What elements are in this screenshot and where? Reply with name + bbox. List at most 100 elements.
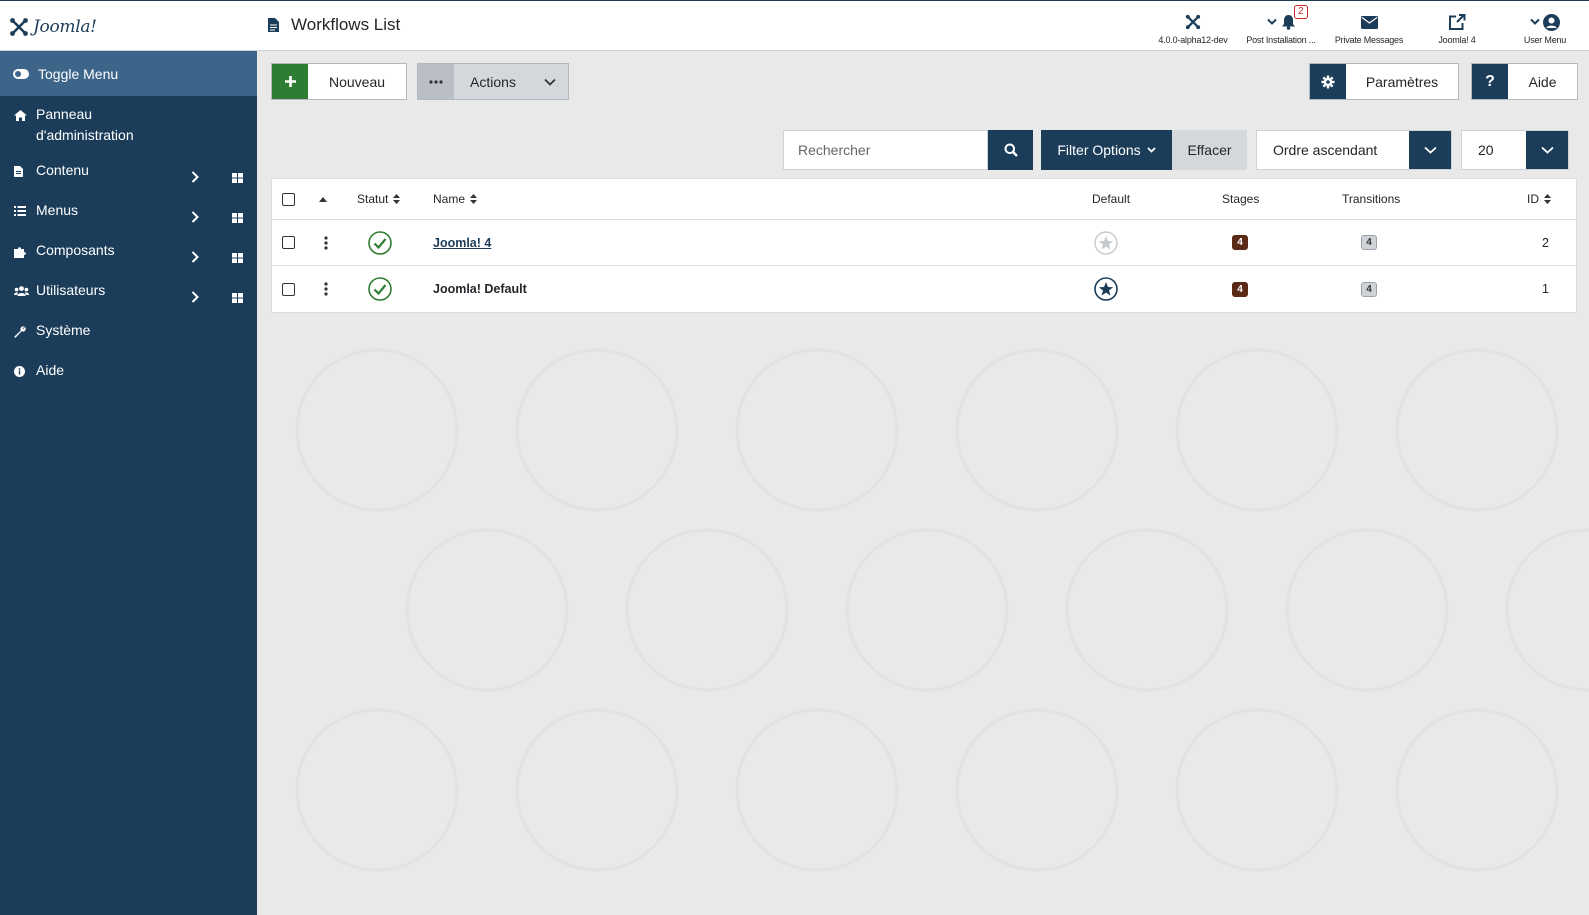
- top-header: Joomla! Workflows List 4.0.0-alpha12-dev: [0, 0, 1589, 51]
- header-item-private-messages[interactable]: Private Messages: [1325, 1, 1413, 51]
- transitions-badge: 4: [1361, 281, 1377, 297]
- sidebar-item-label: Utilisateurs: [36, 282, 106, 298]
- drag-handle-icon[interactable]: [324, 266, 328, 312]
- search-button[interactable]: [988, 130, 1033, 170]
- limit-value: 20: [1478, 142, 1494, 158]
- published-check-icon[interactable]: [368, 220, 392, 265]
- search-input[interactable]: [783, 130, 988, 170]
- dashboard-grid-icon[interactable]: [232, 288, 243, 309]
- star-filled-icon[interactable]: [1094, 266, 1118, 312]
- sidebar-item-help[interactable]: Aide: [0, 355, 257, 395]
- list-icon: [14, 206, 36, 216]
- dashboard-grid-icon[interactable]: [232, 168, 243, 189]
- sidebar-item-label: Composants: [36, 242, 115, 258]
- plus-icon: [272, 64, 308, 99]
- sidebar-item-system[interactable]: Système: [0, 315, 257, 355]
- background-pattern: [295, 348, 1589, 872]
- help-button[interactable]: ? Aide: [1471, 63, 1578, 100]
- workflows-table: Statut Name Default Stages Transitions I…: [271, 178, 1577, 313]
- ordering-select[interactable]: Ordre ascendant: [1256, 130, 1452, 170]
- new-button-label: Nouveau: [328, 73, 386, 90]
- actions-dropdown[interactable]: Actions: [417, 63, 569, 100]
- header-item-post-installation[interactable]: 2 Post Installation ...: [1237, 1, 1325, 51]
- clear-button[interactable]: Effacer: [1172, 130, 1247, 170]
- joomla-logo[interactable]: Joomla!: [9, 15, 97, 39]
- header-item-user-menu[interactable]: User Menu: [1501, 1, 1589, 51]
- options-button[interactable]: Paramètres: [1309, 63, 1459, 100]
- user-circle-icon: [1543, 13, 1560, 31]
- puzzle-icon: [14, 246, 36, 258]
- workflow-id: 2: [1542, 220, 1549, 265]
- dashboard-grid-icon[interactable]: [232, 248, 243, 269]
- header-menu: 4.0.0-alpha12-dev 2 Post Installation ..…: [1149, 1, 1589, 51]
- options-label: Paramètres: [1365, 73, 1439, 90]
- notifications: 2: [1266, 5, 1308, 33]
- workflow-id-value: 2: [1542, 235, 1549, 250]
- dashboard-grid-icon[interactable]: [232, 208, 243, 229]
- star-outline-icon[interactable]: [1094, 220, 1118, 265]
- column-status[interactable]: Statut: [357, 179, 401, 219]
- row-checkbox[interactable]: [282, 220, 295, 265]
- column-stages: Stages: [1222, 179, 1259, 219]
- clear-label: Effacer: [1187, 142, 1232, 158]
- workflow-name-cell: Joomla! Default: [433, 266, 527, 312]
- sort-icon: [1544, 194, 1551, 204]
- file-icon: [14, 166, 36, 177]
- workflow-name-link[interactable]: Joomla! 4: [433, 220, 491, 265]
- wrench-icon: [14, 326, 36, 338]
- chevron-down-icon: [1526, 131, 1568, 169]
- sort-icon: [393, 194, 401, 204]
- sidebar-item-components[interactable]: Composants: [0, 235, 257, 275]
- column-default-label: Default: [1092, 192, 1131, 206]
- joomla-icon: [1185, 11, 1201, 33]
- chevron-down-icon: [1146, 147, 1156, 153]
- chevron-right-icon[interactable]: [191, 208, 199, 229]
- chevron-right-icon[interactable]: [191, 248, 199, 269]
- drag-handle-icon[interactable]: [324, 220, 328, 265]
- filter-options-button[interactable]: Filter Options: [1041, 130, 1172, 170]
- search-icon: [1004, 143, 1018, 157]
- row-checkbox[interactable]: [282, 266, 295, 312]
- table-row: Joomla! Default 4 4 1: [272, 266, 1576, 312]
- sidebar: Toggle Menu Panneau d'administration Con…: [0, 51, 257, 915]
- limit-select[interactable]: 20: [1461, 130, 1569, 170]
- column-default: Default: [1092, 179, 1130, 219]
- workflow-name[interactable]: Joomla! 4: [433, 236, 491, 250]
- column-name[interactable]: Name: [433, 179, 478, 219]
- gear-icon: [1310, 64, 1346, 99]
- select-all-checkbox[interactable]: [282, 179, 295, 219]
- chevron-down-icon: [1530, 18, 1540, 25]
- chevron-down-icon: [1409, 131, 1451, 169]
- more-horizontal-icon: [418, 64, 454, 99]
- sort-icon: [470, 194, 478, 204]
- sidebar-item-label: Menus: [36, 202, 79, 218]
- chevron-down-icon: [1266, 18, 1277, 25]
- chevron-right-icon[interactable]: [191, 288, 199, 309]
- transitions-count: 4: [1361, 266, 1377, 312]
- toggle-menu-button[interactable]: Toggle Menu: [0, 51, 257, 96]
- column-id[interactable]: ID: [1527, 179, 1551, 219]
- table-header: Statut Name Default Stages Transitions I…: [272, 179, 1576, 220]
- sidebar-item-content[interactable]: Contenu: [0, 155, 257, 195]
- header-item-site-link[interactable]: Joomla! 4: [1413, 1, 1501, 51]
- user-menu: [1530, 11, 1560, 33]
- sidebar-item-menus[interactable]: Menus: [0, 195, 257, 235]
- logo-text: Joomla!: [33, 17, 97, 37]
- sidebar-item-users[interactable]: Utilisateurs: [0, 275, 257, 315]
- sidebar-item-label: Panneau: [36, 106, 93, 122]
- header-item-version[interactable]: 4.0.0-alpha12-dev: [1149, 1, 1237, 51]
- workflow-id-value: 1: [1542, 282, 1549, 296]
- stages-badge: 4: [1232, 235, 1248, 250]
- published-check-icon[interactable]: [368, 266, 392, 312]
- sidebar-item-label: Aide: [36, 362, 65, 378]
- sidebar-item-label: d'administration: [36, 127, 134, 143]
- info-icon: [14, 366, 36, 377]
- page-title: Workflows List: [291, 15, 401, 34]
- ordering-sort-icon[interactable]: [319, 179, 327, 219]
- sidebar-item-dashboard[interactable]: Panneau d'administration: [0, 96, 257, 155]
- chevron-right-icon[interactable]: [191, 168, 199, 189]
- new-button[interactable]: Nouveau: [271, 63, 407, 100]
- header-item-label: Post Installation ...: [1246, 35, 1316, 45]
- transitions-badge: 4: [1361, 235, 1377, 250]
- home-icon: [14, 110, 36, 121]
